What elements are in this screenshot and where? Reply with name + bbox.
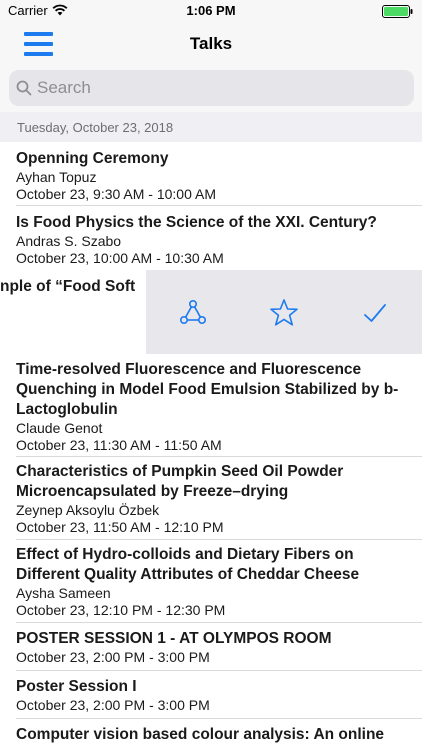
talk-time: October 23, 11:50 AM - 12:10 PM (16, 519, 224, 535)
search-field[interactable] (9, 70, 414, 106)
talk-title: POSTER SESSION 1 - AT OLYMPOS ROOM (16, 630, 332, 647)
talk-title: Openning Ceremony (16, 150, 169, 167)
checkmark-icon[interactable] (360, 298, 390, 328)
talk-row[interactable]: Time-resolved Fluorescence and Fluoresce… (0, 354, 422, 457)
search-bar (0, 66, 422, 112)
talk-row[interactable]: Characteristics of Pumpkin Seed Oil Powd… (0, 457, 422, 540)
talk-time: October 23, 10:00 AM - 10:30 AM (16, 250, 224, 266)
talk-speaker: Claude Genot (16, 420, 103, 436)
page-title: Talks (189, 34, 233, 53)
talk-title: Is Food Physics the Science of the XXI. … (16, 214, 377, 231)
talk-row[interactable]: Poster Session I October 23, 2:00 PM - 3… (0, 671, 422, 719)
talk-title: Computer vision based colour analysis: A… (16, 726, 385, 743)
star-icon[interactable] (269, 298, 299, 328)
talk-row[interactable]: Openning Ceremony Ayhan Topuz October 23… (0, 142, 422, 206)
talk-title: Characteristics of Pumpkin Seed Oil Powd… (16, 463, 344, 500)
talk-title: Poster Session I (16, 678, 137, 695)
talk-row[interactable]: Is Food Physics the Science of the XXI. … (0, 206, 422, 270)
battery-icon (382, 5, 413, 18)
talk-row[interactable]: Computer vision based colour analysis: A… (0, 719, 422, 750)
talk-row[interactable]: POSTER SESSION 1 - AT OLYMPOS ROOM Octob… (0, 623, 422, 671)
hamburger-menu-icon[interactable] (24, 31, 54, 57)
talk-speaker: Aysha Sameen (16, 585, 111, 601)
talk-time: October 23, 2:00 PM - 3:00 PM (16, 649, 210, 665)
talk-time: October 23, 9:30 AM - 10:00 AM (16, 186, 216, 202)
navigation-bar: Talks (0, 22, 422, 66)
swiped-talk-row[interactable]: nple of “Food Soft (0, 270, 422, 354)
swipe-actions (146, 270, 422, 354)
clock: 1:06 PM (186, 3, 236, 18)
talk-row[interactable]: Effect of Hydro-colloids and Dietary Fib… (0, 540, 422, 623)
talk-title-partial: nple of “Food Soft (0, 278, 136, 295)
talk-speaker: Zeynep Aksoylu Özbek (16, 502, 160, 518)
talk-title: Effect of Hydro-colloids and Dietary Fib… (16, 546, 360, 583)
talk-speaker: Ayhan Topuz (16, 169, 97, 185)
talk-time: October 23, 11:30 AM - 11:50 AM (16, 437, 222, 453)
section-header: Tuesday, October 23, 2018 (0, 112, 422, 142)
share-network-icon[interactable] (178, 298, 208, 328)
search-input[interactable] (37, 70, 407, 106)
status-bar: Carrier 1:06 PM (0, 0, 422, 22)
talk-title: Time-resolved Fluorescence and Fluoresce… (16, 361, 399, 418)
search-icon (16, 80, 32, 96)
talk-time: October 23, 2:00 PM - 3:00 PM (16, 697, 210, 713)
talk-speaker: Andras S. Szabo (16, 233, 122, 249)
talk-time: October 23, 12:10 PM - 12:30 PM (16, 602, 226, 618)
section-date: Tuesday, October 23, 2018 (17, 120, 174, 135)
